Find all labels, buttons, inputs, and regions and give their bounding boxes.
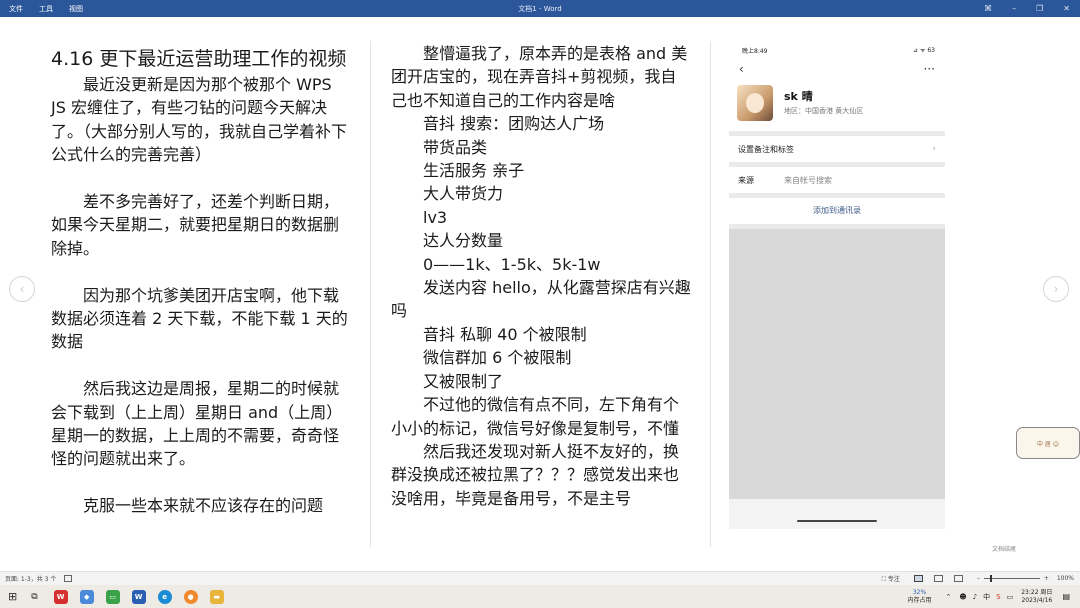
firefox-icon[interactable]: ●	[183, 589, 198, 604]
column-divider	[710, 41, 711, 547]
paragraph: 又被限制了	[423, 371, 504, 391]
menu-tools[interactable]: 工具	[39, 4, 53, 14]
paragraph: 因为那个坑爹美团开店宝啊，他下载数据必须连着 2 天下载，不能下载 1 天的数据	[51, 285, 348, 352]
add-contact-button: 添加到通讯录	[729, 198, 945, 224]
windows-start-icon[interactable]: ⊞	[8, 590, 17, 603]
left-column: 4.16 更下最近运营助理工作的视频 最近没更新是因为那个被那个 WPS JS …	[51, 45, 351, 518]
paragraph: 0——1k、1-5k、5k-1w	[423, 254, 601, 274]
read-mode-icon[interactable]	[913, 575, 923, 582]
zoom-out-icon[interactable]: –	[977, 575, 980, 582]
sticker[interactable]: 中 居 ☺	[1016, 427, 1080, 459]
document-area: ‹ › 4.16 更下最近运营助理工作的视频 最近没更新是因为那个被那个 WPS…	[0, 17, 1080, 571]
phone-time: 晚上8:49	[742, 47, 768, 55]
paragraph: 生活服务 亲子	[423, 161, 525, 181]
zoom-in-icon[interactable]: +	[1044, 575, 1049, 582]
status-bar: 页面: 1-3，共 3 个 ⛶ 专注 – + 100%	[0, 571, 1080, 585]
network-icon[interactable]: ▭	[1007, 593, 1014, 601]
paragraph: 带货品类	[423, 137, 488, 157]
profile-name: sk 晴	[784, 90, 813, 103]
menu-bar: 文件 工具 视图	[0, 4, 83, 14]
paragraph: 达人分数量	[423, 231, 504, 251]
fullscreen-button[interactable]: ⌘	[984, 4, 992, 13]
phone-nav-bar: ‹ ···	[729, 59, 945, 79]
word-icon[interactable]: W	[131, 589, 146, 604]
taskbar: ⊞ ⧉ W ◆ ▭ W e ● ▬ 32% 内存占用 ⌃ ☻ ♪ 中 S ▭ 2…	[0, 585, 1080, 608]
avatar	[737, 85, 773, 121]
phone-status-icons: ⊿ ᯤ 63	[913, 47, 935, 54]
paragraph: 差不多完善好了，还差个判断日期，如果今天星期二，就要把星期日的数据删除掉。	[51, 192, 340, 258]
restore-button[interactable]: ❐	[1036, 4, 1043, 13]
paragraph: 音抖 私聊 40 个被限制	[423, 324, 587, 344]
paragraph: 然后我这边是周报，星期二的时候就会下载到（上上周）星期日 and（上周）星期一的…	[51, 379, 343, 469]
task-view-icon[interactable]: ⧉	[31, 592, 37, 602]
zoom-slider[interactable]	[983, 575, 1040, 582]
clock[interactable]: 23:22 周日 2023/4/16	[1021, 589, 1052, 605]
menu-file[interactable]: 文件	[9, 4, 23, 14]
edge-icon[interactable]: e	[157, 589, 172, 604]
blank-area	[729, 229, 945, 499]
paragraph: 然后我还发现对新人挺不友好的，换群没换成还被拉黑了？？？感觉发出来也没啥用，毕竟…	[391, 441, 680, 508]
volume-icon[interactable]: ♪	[973, 593, 977, 601]
source-row: 来源 来自帐号搜索	[729, 167, 945, 193]
title-bar: 文件 工具 视图 文档1 - Word ⌘ – ❐ ✕	[0, 0, 1080, 17]
doc-end-marker: 文档结尾	[992, 546, 1017, 553]
print-layout-icon[interactable]	[933, 575, 943, 582]
app-icon[interactable]: ◆	[79, 589, 94, 604]
back-arrow-icon: ‹	[739, 62, 744, 76]
minimize-button[interactable]: –	[1012, 4, 1016, 13]
more-icon: ···	[923, 62, 935, 76]
paragraph: 整懵逼我了，原本弄的是表格 and 美团开店宝的，现在弄音抖+剪视频，我自己也不…	[391, 44, 688, 110]
paragraph: 发送内容 hello，从化露营探店有兴趣吗	[391, 278, 691, 321]
focus-mode-button[interactable]: ⛶ 专注	[882, 574, 900, 584]
notification-icon[interactable]: ▤	[1062, 592, 1070, 601]
memory-usage[interactable]: 32% 内存占用	[907, 589, 931, 605]
menu-view[interactable]: 视图	[69, 4, 83, 14]
profile-region: 地区：中国香港 黄大仙区	[784, 107, 864, 115]
column-divider	[370, 41, 371, 547]
paragraph: 最近没更新是因为那个被那个 WPS JS 宏缠住了，有些刁钻的问题今天解决了。（…	[51, 75, 348, 165]
chevron-right-icon: ›	[932, 144, 936, 154]
section-heading: 4.16 更下最近运营助理工作的视频	[51, 48, 347, 70]
phone-screenshot: 晚上8:49 ⊿ ᯤ 63 ‹ ··· sk 晴 地区：中国香港 黄大仙区 设置…	[729, 41, 945, 529]
paragraph: 大人带货力	[423, 184, 504, 204]
proofing-icon[interactable]	[64, 575, 73, 582]
messages-icon[interactable]: ▭	[105, 589, 120, 604]
antivirus-tray-icon[interactable]: S	[996, 593, 1000, 601]
web-layout-icon[interactable]	[953, 575, 963, 582]
wechat-tray-icon[interactable]: ☻	[959, 593, 966, 601]
previous-page-arrow-icon[interactable]: ‹	[9, 276, 35, 302]
phone-status-bar: 晚上8:49 ⊿ ᯤ 63	[729, 41, 945, 59]
next-page-arrow-icon[interactable]: ›	[1043, 276, 1069, 302]
paragraph: 音抖 搜索：团购达人广场	[423, 114, 605, 134]
wps-icon[interactable]: W	[53, 589, 68, 604]
zoom-level[interactable]: 100%	[1057, 575, 1074, 582]
close-button[interactable]: ✕	[1063, 4, 1070, 13]
tray-chevron-icon[interactable]: ⌃	[946, 593, 952, 601]
paragraph: 克服一些本来就不应该存在的问题	[83, 496, 324, 516]
file-explorer-icon[interactable]: ▬	[209, 589, 224, 604]
page-count: 页面: 1-3，共 3 个	[5, 576, 57, 583]
paragraph: lv3	[423, 207, 448, 227]
profile-card: sk 晴 地区：中国香港 黄大仙区	[729, 79, 945, 131]
home-indicator	[797, 520, 877, 522]
ime-indicator[interactable]: 中	[983, 592, 990, 602]
middle-column: 整懵逼我了，原本弄的是表格 and 美团开店宝的，现在弄音抖+剪视频，我自己也不…	[391, 42, 691, 510]
paragraph: 微信群加 6 个被限制	[423, 348, 572, 368]
remark-row: 设置备注和标签 ›	[729, 136, 945, 162]
window-title: 文档1 - Word	[518, 4, 562, 13]
paragraph: 不过他的微信有点不同，左下角有个小小的标记，微信号好像是复制号，不懂	[391, 395, 680, 438]
